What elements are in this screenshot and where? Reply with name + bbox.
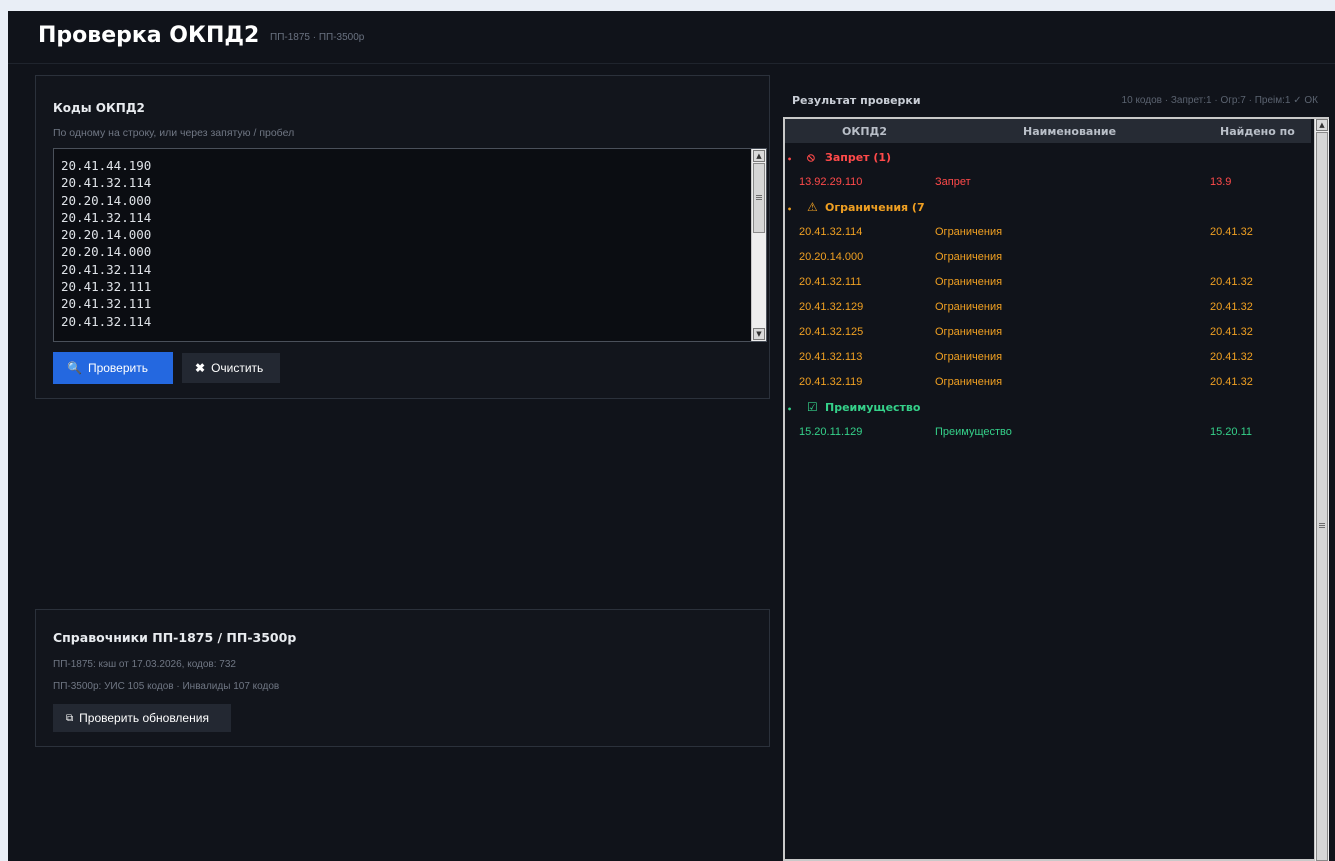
results-header: Результат проверки 10 кодов · Запрет:1 ·… [784,81,1324,117]
clear-button-label: Очистить [211,361,264,375]
cell-name: Ограничения [935,301,1003,313]
codes-scrollbar[interactable]: ▲ ▼ [751,149,766,341]
table-row[interactable]: 15.20.11.129 Преимущество 15.20.11 [785,420,1311,445]
group-advantage[interactable]: • ☑ Преимущество [785,395,1311,420]
cell-found: 20.41.32 [1210,326,1253,338]
cell-name: Ограничения [935,251,1003,263]
scroll-thumb[interactable] [1316,132,1328,861]
cell-name: Преимущество [935,426,1012,438]
codes-panel: Коды ОКПД2 По одному на строку, или чере… [35,75,770,399]
table-row[interactable]: 20.41.32.125 Ограничения 20.41.32 [785,320,1311,345]
cell-code: 13.92.29.110 [799,176,863,188]
group-label: Запрет (1) [825,151,892,164]
cell-found: 20.41.32 [1210,301,1253,313]
expand-icon: • [787,205,793,214]
clear-button[interactable]: ✖ Очистить [182,353,280,383]
table-row[interactable]: 20.41.32.111 Ограничения 20.41.32 [785,270,1311,295]
refresh-icon: ⧉ [66,712,74,724]
cell-found: 20.41.32 [1210,376,1253,388]
scroll-up-button[interactable]: ▲ [753,150,765,162]
col-okpd2[interactable]: ОКПД2 [842,125,887,138]
ban-icon: ⦸ [807,150,815,164]
cell-name: Ограничения [935,326,1003,338]
dict-panel: Справочники ПП-1875 / ПП-3500р ПП-1875: … [35,609,770,747]
page-subtitle: ПП-1875 · ПП-3500р [270,32,365,43]
codes-panel-title: Коды ОКПД2 [53,101,145,115]
check-button[interactable]: 🔍 Проверить [53,352,173,384]
table-row[interactable]: 13.92.29.110 Запрет 13.9 [785,170,1311,195]
dict-line-1: ПП-1875: кэш от 17.03.2026, кодов: 732 [53,659,236,670]
results-title: Результат проверки [792,94,921,107]
scroll-thumb[interactable] [753,163,765,233]
table-row[interactable]: 20.41.32.113 Ограничения 20.41.32 [785,345,1311,370]
results-scrollbar[interactable]: ▲ [1314,119,1329,861]
header: Проверка ОКПД2 ПП-1875 · ПП-3500р [8,11,1335,64]
dict-line-2: ПП-3500р: УИС 105 кодов · Инвалиды 107 к… [53,681,280,692]
group-restrictions[interactable]: • ⚠ Ограничения (7 [785,195,1311,220]
cell-code: 20.41.32.111 [799,276,862,288]
cell-name: Ограничения [935,226,1003,238]
cell-code: 15.20.11.129 [799,426,863,438]
search-icon: 🔍 [67,361,82,375]
table-row[interactable]: 20.41.32.129 Ограничения 20.41.32 [785,295,1311,320]
dict-panel-title: Справочники ПП-1875 / ПП-3500р [53,630,297,645]
app-window: Проверка ОКПД2 ПП-1875 · ПП-3500р Коды О… [8,11,1335,861]
cell-name: Ограничения [935,351,1003,363]
col-name[interactable]: Наименование [1023,125,1116,138]
check-button-label: Проверить [87,361,148,375]
cell-found: 20.41.32 [1210,226,1253,238]
cell-found: 13.9 [1210,176,1232,188]
group-ban[interactable]: • ⦸ Запрет (1) [785,145,1311,170]
table-row[interactable]: 20.20.14.000 Ограничения [785,245,1311,270]
codes-textarea[interactable]: 20.41.44.190 20.41.32.114 20.20.14.000 2… [53,148,767,342]
cell-code: 20.41.32.114 [799,226,863,238]
codes-text: 20.41.44.190 20.41.32.114 20.20.14.000 2… [61,158,152,329]
cell-found: 15.20.11 [1210,426,1253,438]
cell-code: 20.20.14.000 [799,251,864,263]
codes-panel-hint: По одному на строку, или через запятую /… [53,127,295,139]
table-header: ОКПД2 Наименование Найдено по [785,119,1311,143]
table-row[interactable]: 20.41.32.114 Ограничения 20.41.32 [785,220,1311,245]
cell-code: 20.41.32.113 [799,351,863,363]
scroll-up-button[interactable]: ▲ [1316,119,1328,131]
cell-code: 20.41.32.125 [799,326,864,338]
check-updates-label: Проверить обновления [79,711,209,725]
cell-name: Запрет [935,176,971,188]
cell-found: 20.41.32 [1210,276,1253,288]
warning-icon: ⚠ [807,200,818,214]
check-updates-button[interactable]: ⧉ Проверить обновления [53,704,231,732]
expand-icon: • [787,405,793,414]
cell-code: 20.41.32.119 [799,376,863,388]
close-icon: ✖ [195,361,206,375]
group-label: Ограничения (7 [825,201,925,214]
cell-code: 20.41.32.129 [799,301,864,313]
cell-name: Ограничения [935,276,1003,288]
cell-name: Ограничения [935,376,1003,388]
scroll-down-button[interactable]: ▼ [753,328,765,340]
results-table: ОКПД2 Наименование Найдено по • ⦸ Запрет… [783,117,1329,861]
results-stats: 10 кодов · Запрет:1 · Огр:7 · Преім:1 ✓ … [1121,95,1318,106]
table-row[interactable]: 20.41.32.119 Ограничения 20.41.32 [785,370,1311,395]
expand-icon: • [787,155,793,164]
group-label: Преимущество [825,401,921,414]
checkbox-icon: ☑ [807,400,818,414]
col-found-by[interactable]: Найдено по [1220,125,1295,138]
cell-found: 20.41.32 [1210,351,1253,363]
page-title: Проверка ОКПД2 [38,23,260,48]
